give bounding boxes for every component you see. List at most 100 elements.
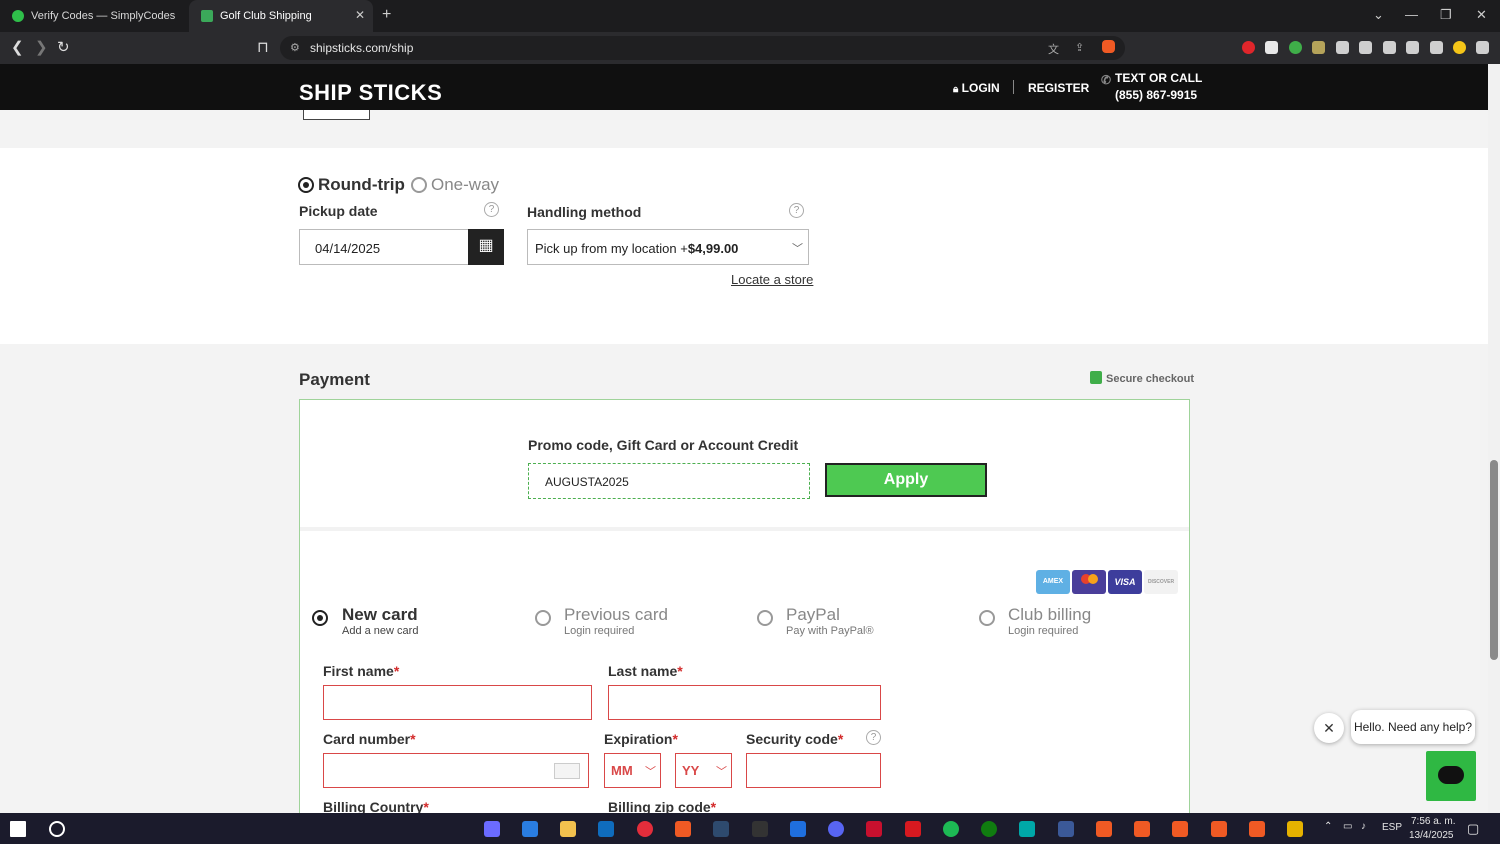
volume-icon[interactable]: ♪ — [1361, 821, 1366, 832]
month-placeholder: MM — [611, 763, 633, 778]
ship-sticks-logo[interactable]: SHIP STICKS — [299, 80, 442, 106]
app-red-icon[interactable] — [866, 821, 882, 837]
handling-help-icon[interactable]: ? — [789, 203, 804, 218]
brave-window-icon[interactable] — [1096, 821, 1112, 837]
register-link[interactable]: REGISTER — [1028, 81, 1089, 95]
chevron-down-icon: ﹀ — [792, 243, 803, 255]
security-code-help-icon[interactable]: ? — [866, 730, 881, 745]
close-window-icon[interactable]: ✕ — [1476, 7, 1487, 23]
network-icon[interactable]: ▭ — [1343, 821, 1352, 832]
new-tab-icon[interactable]: + — [382, 6, 391, 24]
app-blue-icon[interactable] — [1058, 821, 1074, 837]
security-code-input[interactable] — [746, 753, 881, 788]
contact-block[interactable]: TEXT OR CALL (855) 867-9915 — [1115, 70, 1202, 104]
tab-list-chevron-icon[interactable]: ⌄ — [1373, 7, 1384, 23]
roundtrip-radio[interactable] — [298, 177, 314, 193]
wallet-icon[interactable] — [1383, 41, 1396, 54]
oneway-label[interactable]: One-way — [431, 175, 499, 195]
club-billing-radio[interactable] — [979, 610, 995, 626]
app-teal-icon[interactable] — [1019, 821, 1035, 837]
restore-icon[interactable]: ❐ — [1440, 7, 1452, 23]
menu-icon[interactable] — [1476, 41, 1489, 54]
first-name-input[interactable] — [323, 685, 592, 720]
roundtrip-label[interactable]: Round-trip — [318, 175, 405, 195]
app-icon[interactable] — [790, 821, 806, 837]
minimize-icon[interactable]: — — [1405, 7, 1418, 22]
pickup-date-input[interactable]: 04/14/2025 ▦ — [299, 229, 504, 265]
opera-icon[interactable] — [637, 821, 653, 837]
rewards-icon[interactable] — [1453, 41, 1466, 54]
search-icon[interactable] — [49, 821, 65, 837]
expiration-year-select[interactable]: YY ﹀ — [675, 753, 732, 788]
brave-icon[interactable] — [675, 821, 691, 837]
extensions-puzzle-icon[interactable] — [1336, 41, 1349, 54]
steam-icon[interactable] — [713, 821, 729, 837]
language-indicator[interactable]: ESP — [1382, 822, 1402, 833]
new-card-title[interactable]: New card — [342, 605, 418, 625]
chat-close-icon[interactable]: ✕ — [1314, 713, 1344, 743]
tab-simplycodes[interactable]: Verify Codes — SimplyCodes — [0, 0, 188, 32]
promo-code-input[interactable]: AUGUSTA2025 — [528, 463, 810, 499]
app-red2-icon[interactable] — [905, 821, 921, 837]
previous-card-title[interactable]: Previous card — [564, 605, 668, 625]
sidebar-icon[interactable] — [1359, 41, 1372, 54]
previous-section-control[interactable] — [303, 110, 370, 120]
app-yellow-icon[interactable] — [1287, 821, 1303, 837]
windows-start-icon[interactable] — [10, 821, 26, 837]
tray-chevron-icon[interactable]: ⌃ — [1324, 821, 1332, 832]
share-icon[interactable]: ⇪ — [1075, 41, 1084, 54]
page-scrollbar[interactable] — [1488, 64, 1500, 813]
card-number-input[interactable] — [323, 753, 589, 788]
login-link[interactable]: 🔒︎ LOGIN — [953, 81, 1000, 95]
brave-window-icon[interactable] — [1249, 821, 1265, 837]
site-info-icon[interactable]: ⚙ — [290, 41, 300, 54]
extension-bug-icon[interactable] — [1312, 41, 1325, 54]
scrollbar-thumb[interactable] — [1490, 460, 1498, 660]
epic-games-icon[interactable] — [752, 821, 768, 837]
translate-icon[interactable]: 文 — [1048, 41, 1059, 57]
notifications-icon[interactable]: ▢ — [1467, 821, 1479, 837]
file-explorer-icon[interactable] — [560, 821, 576, 837]
required-mark: * — [393, 663, 400, 679]
paypal-title[interactable]: PayPal — [786, 605, 840, 625]
oneway-radio[interactable] — [411, 177, 427, 193]
clock-date[interactable]: 13/4/2025 — [1409, 830, 1454, 841]
extension-green-icon[interactable] — [1289, 41, 1302, 54]
last-name-input[interactable] — [608, 685, 881, 720]
paypal-radio[interactable] — [757, 610, 773, 626]
outlook-icon[interactable] — [598, 821, 614, 837]
brave-window-icon[interactable] — [1211, 821, 1227, 837]
spotify-icon[interactable] — [943, 821, 959, 837]
xbox-icon[interactable] — [981, 821, 997, 837]
chat-greeting[interactable]: Hello. Need any help? — [1351, 710, 1475, 744]
shipsticks-favicon-icon — [201, 10, 213, 22]
extension-m-icon[interactable] — [1265, 41, 1278, 54]
reload-icon[interactable]: ↻ — [57, 38, 70, 56]
store-icon[interactable] — [522, 821, 538, 837]
club-billing-title[interactable]: Club billing — [1008, 605, 1091, 625]
bookmark-icon[interactable]: ⊓ — [257, 38, 269, 56]
locate-store-link[interactable]: Locate a store — [731, 272, 813, 287]
new-card-radio[interactable] — [312, 610, 328, 626]
discord-icon[interactable] — [828, 821, 844, 837]
chat-launcher-button[interactable] — [1426, 751, 1476, 801]
address-bar[interactable]: ⚙ shipsticks.com/ship 文 ⇪ — [280, 36, 1125, 60]
tab-golf-club-shipping[interactable]: Golf Club Shipping ✕ — [189, 0, 373, 32]
brave-window-icon[interactable] — [1172, 821, 1188, 837]
expiration-month-select[interactable]: MM ﹀ — [604, 753, 661, 788]
vpn-icon[interactable] — [1430, 41, 1443, 54]
apply-button[interactable]: Apply — [825, 463, 987, 497]
previous-card-radio[interactable] — [535, 610, 551, 626]
copilot-icon[interactable] — [484, 821, 500, 837]
back-icon[interactable]: ❮ — [11, 38, 24, 56]
brave-window-icon[interactable] — [1134, 821, 1150, 837]
leo-ai-icon[interactable] — [1406, 41, 1419, 54]
brave-shields-icon[interactable] — [1102, 40, 1115, 53]
calendar-icon[interactable]: ▦ — [468, 229, 504, 265]
forward-icon[interactable]: ❯ — [35, 38, 48, 56]
handling-method-select[interactable]: Pick up from my location +$4,99.00 ﹀ — [527, 229, 809, 265]
close-tab-icon[interactable]: ✕ — [355, 8, 365, 22]
clock-time[interactable]: 7:56 a. m. — [1411, 816, 1455, 827]
pickup-help-icon[interactable]: ? — [484, 202, 499, 217]
extension-red-icon[interactable] — [1242, 41, 1255, 54]
